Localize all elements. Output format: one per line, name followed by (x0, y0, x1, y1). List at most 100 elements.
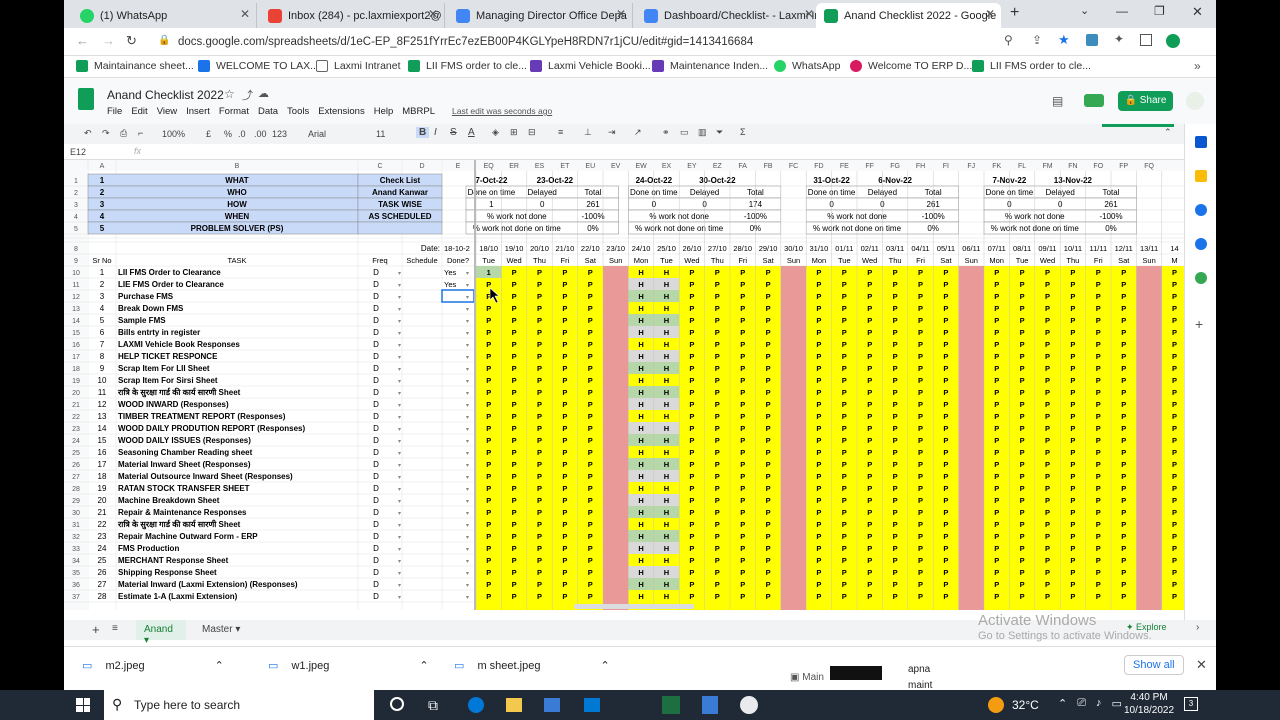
maps-icon[interactable] (1195, 272, 1207, 284)
tab-managing-director[interactable]: Managing Director Office Depa ✕ (448, 3, 633, 28)
tab-gmail[interactable]: Inbox (284) - pc.laxmiexport2@ ✕ (260, 3, 445, 28)
forward-icon[interactable]: → (102, 33, 115, 48)
action-center-icon[interactable]: 3 (1184, 697, 1198, 711)
function-icon[interactable]: Σ (740, 127, 746, 137)
collapse-toolbar-icon[interactable]: ⌃ (1164, 127, 1172, 138)
battery-icon[interactable]: ▭ (1112, 697, 1122, 710)
zoom-icon[interactable]: ⚲ (1004, 33, 1013, 47)
bookmark-item[interactable]: Welcome TO ERP D... (850, 60, 972, 72)
download-item[interactable]: ▭ m2.jpeg ⌃ (82, 659, 224, 672)
spreadsheet-grid[interactable]: A B C D E EQ ER ES ET EU EV EW EX EY EZ FA FB FC FD FE FF FG F… (64, 160, 1184, 610)
taskbar-search[interactable]: ⚲ Type here to search (104, 690, 374, 720)
menu-format[interactable]: Format (219, 106, 249, 117)
sheets-logo-icon[interactable] (78, 88, 94, 110)
puzzle-icon[interactable]: ✦ (1114, 32, 1124, 46)
comment-icon[interactable]: ▭ (680, 127, 689, 138)
account-avatar[interactable] (1186, 92, 1204, 110)
new-tab-icon[interactable]: + (1010, 4, 1019, 22)
all-sheets-icon[interactable]: ≡ (112, 623, 118, 634)
tab-anand-checklist[interactable]: Anand Checklist 2022 - Google ✕ (816, 3, 1001, 28)
back-icon[interactable]: ← (76, 33, 89, 48)
store-icon[interactable] (544, 698, 560, 712)
redo-icon[interactable]: ↷ (102, 128, 110, 139)
network-icon[interactable]: ⎚ (1077, 697, 1086, 710)
share-button[interactable]: 🔒 Share (1118, 91, 1173, 111)
chrome-icon[interactable] (740, 696, 758, 714)
undo-icon[interactable]: ↶ (84, 128, 92, 139)
share-page-icon[interactable]: ⇪ (1032, 33, 1042, 47)
tab-dashboard[interactable]: Dashboard/Checklist- - Laxmi In ✕ (636, 3, 821, 28)
show-all-button[interactable]: Show all (1124, 655, 1184, 675)
add-addon-icon[interactable]: + (1195, 316, 1203, 332)
chevron-up-icon[interactable]: ⌃ (419, 660, 428, 672)
task-view-icon[interactable]: ⧉ (428, 697, 438, 714)
print-icon[interactable]: ⎙ (120, 128, 127, 139)
align-icon[interactable]: ≡ (558, 127, 563, 137)
cortana-icon[interactable] (390, 697, 404, 711)
bookmark-item[interactable]: Laxmi Vehicle Booki... (530, 60, 651, 72)
download-item[interactable]: ▭ m sheet.jpeg ⌃ (454, 659, 610, 672)
font-size-select[interactable]: 11 (376, 129, 385, 139)
bookmark-star-icon[interactable]: ★ (1058, 32, 1070, 48)
menu-tools[interactable]: Tools (287, 106, 309, 117)
close-downloads-icon[interactable]: ✕ (1196, 657, 1207, 673)
extension-icon[interactable] (1086, 34, 1098, 46)
download-item[interactable]: ▭ w1.jpeg ⌃ (268, 659, 429, 672)
window-close-icon[interactable]: ✕ (1192, 4, 1203, 20)
move-icon[interactable]: ⤴ (242, 87, 253, 103)
chevron-up-icon[interactable]: ⌃ (215, 660, 224, 672)
sheet-tab-anand[interactable]: Anand ▾ (136, 620, 186, 646)
calculator-icon[interactable] (702, 696, 718, 714)
clock[interactable]: 4:40 PM 10/18/2022 (1124, 691, 1174, 717)
close-icon[interactable]: ✕ (616, 7, 626, 21)
font-select[interactable]: Arial (308, 129, 326, 139)
more-bookmarks-icon[interactable]: » (1194, 59, 1201, 73)
bookmark-item[interactable]: Laxmi Intranet (316, 60, 401, 72)
borders-icon[interactable]: ⊞ (510, 127, 518, 138)
bookmark-item[interactable]: LII FMS order to cle... (408, 60, 527, 72)
tray-chevron-icon[interactable]: ⌃ (1058, 697, 1067, 710)
last-edit-link[interactable]: Last edit was seconds ago (452, 106, 552, 117)
keep-icon[interactable] (1195, 170, 1207, 182)
cloud-icon[interactable]: ☁ (258, 87, 269, 100)
excel-icon[interactable] (662, 696, 680, 714)
add-sheet-icon[interactable]: + (92, 622, 100, 637)
decrease-decimal-button[interactable]: .0 (238, 129, 246, 139)
chart-icon[interactable]: ▥ (698, 127, 707, 138)
sidepanel-icon[interactable] (1140, 34, 1152, 46)
windows-start-icon[interactable] (76, 698, 90, 712)
comments-icon[interactable]: ▤ (1052, 94, 1063, 108)
reload-icon[interactable]: ↻ (126, 33, 137, 49)
edge-icon[interactable] (468, 697, 484, 713)
bookmark-item[interactable]: Maintenance Inden... (652, 60, 768, 72)
mail-icon[interactable] (584, 698, 600, 712)
grid-canvas[interactable]: A B C D E EQ ER ES ET EU EV EW EX EY EZ FA FB FC FD FE FF FG F… (64, 160, 1184, 610)
filter-icon[interactable]: ⏷ (716, 127, 723, 138)
wrap-icon[interactable]: ⇥ (608, 127, 616, 138)
expand-right-icon[interactable]: › (1196, 622, 1199, 633)
menu-edit[interactable]: Edit (131, 106, 147, 117)
tasks-icon[interactable] (1195, 204, 1207, 216)
tab-search-icon[interactable]: ⌄ (1080, 4, 1089, 17)
maximize-icon[interactable]: ❐ (1154, 4, 1165, 18)
url-field[interactable]: docs.google.com/spreadsheets/d/1eC-EP_8F… (166, 32, 1066, 52)
valign-icon[interactable]: ⊥ (584, 127, 592, 138)
menu-data[interactable]: Data (258, 106, 278, 117)
paint-format-icon[interactable]: ⌐ (138, 128, 143, 138)
volume-icon[interactable]: ♪ (1096, 697, 1102, 710)
calendar-icon[interactable] (1195, 136, 1207, 148)
close-icon[interactable]: ✕ (428, 7, 438, 21)
bookmark-item[interactable]: WhatsApp (774, 60, 840, 72)
name-box[interactable]: E12 (70, 147, 86, 157)
explore-button[interactable]: ✦ Explore (1126, 622, 1167, 633)
merge-icon[interactable]: ⊟ (528, 127, 536, 138)
minimize-icon[interactable]: — (1116, 4, 1128, 18)
tab-whatsapp[interactable]: (1) WhatsApp ✕ (72, 3, 257, 28)
file-explorer-icon[interactable] (506, 698, 522, 712)
contacts-icon[interactable] (1195, 238, 1207, 250)
link-icon[interactable]: ⚭ (662, 127, 670, 138)
sheet-tab-master[interactable]: Master ▾ (194, 620, 254, 640)
bookmark-item[interactable]: WELCOME TO LAX... (198, 60, 319, 72)
zoom-select[interactable]: 100% (162, 129, 185, 139)
bookmark-item[interactable]: Maintainance sheet... (76, 60, 194, 72)
